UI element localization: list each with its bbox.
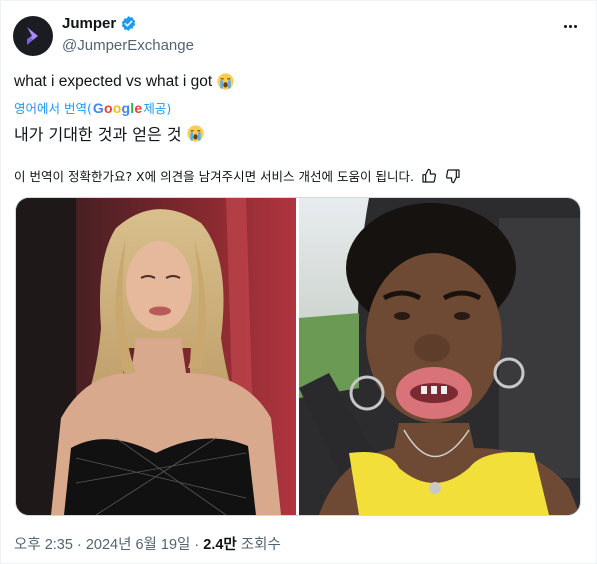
loudly-crying-face-icon xyxy=(186,124,204,142)
tweet-media[interactable] xyxy=(15,197,581,516)
translation-feedback: 이 번역이 정확한가요? X에 의견을 남겨주시면 서비스 개선에 도움이 됩니… xyxy=(14,166,462,185)
translated-text: 내가 기대한 것과 얻은 것 xyxy=(14,121,205,145)
author-name-row[interactable]: Jumper xyxy=(62,15,137,32)
tweet-meta: 오후 2:35 · 2024년 6월 19일 · 2.4만 조회수 xyxy=(14,533,281,554)
thumbs-down-icon xyxy=(445,168,460,183)
tweet-date[interactable]: 2024년 6월 19일 xyxy=(86,537,191,553)
feedback-question: 이 번역이 정확한가요? X에 의견을 남겨주시면 서비스 개선에 도움이 됩니… xyxy=(14,169,414,184)
author-name[interactable]: Jumper xyxy=(62,15,116,32)
avatar[interactable] xyxy=(13,16,53,56)
woman-in-car-photo[interactable] xyxy=(299,198,580,515)
thumbs-up-button[interactable] xyxy=(420,167,438,185)
tweet-text-content: what i expected vs what i got xyxy=(14,72,213,90)
tweet-time[interactable]: 오후 2:35 xyxy=(14,537,73,553)
author-handle[interactable]: @JumperExchange xyxy=(62,37,194,54)
thumbs-up-icon xyxy=(422,168,436,183)
more-dot-icon xyxy=(568,24,572,28)
jumper-logo-icon xyxy=(27,27,38,45)
views-count[interactable]: 2.4만 xyxy=(203,537,237,553)
woman-blonde-red-carpet-photo[interactable] xyxy=(16,198,296,515)
tweet-text: what i expected vs what i got xyxy=(14,72,235,91)
translated-text-content: 내가 기대한 것과 얻은 것 xyxy=(14,125,182,144)
more-dot-icon xyxy=(573,24,577,28)
translation-prefix: 영어에서 번역( xyxy=(14,101,92,116)
more-dot-icon xyxy=(563,24,567,28)
google-logo: Google xyxy=(92,99,143,116)
translated-by-google[interactable]: 영어에서 번역( Google 제공) xyxy=(14,98,171,117)
verified-badge-icon xyxy=(122,16,136,31)
meta-separator: · xyxy=(72,537,86,553)
views-label: 조회수 xyxy=(236,537,281,553)
thumbs-down-button[interactable] xyxy=(444,167,462,185)
more-options-button[interactable] xyxy=(559,16,581,36)
meta-separator: · xyxy=(190,537,204,553)
loudly-crying-face-icon xyxy=(217,73,234,90)
translation-suffix: 제공) xyxy=(143,101,172,116)
